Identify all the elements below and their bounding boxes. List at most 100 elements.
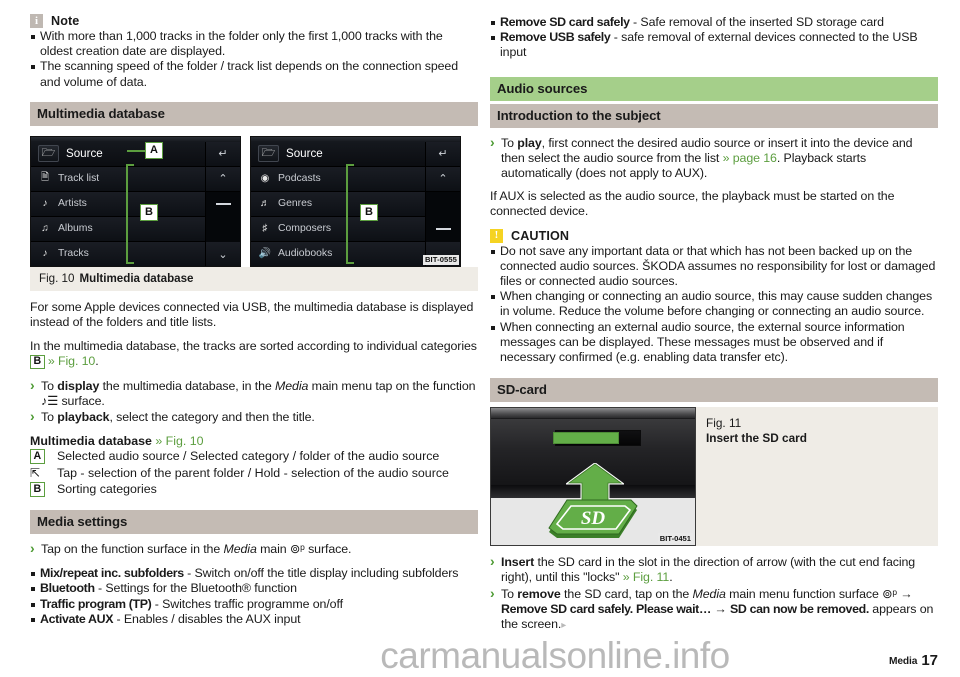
composer-icon: ♯ [262,223,268,235]
screen-header-label: Source [66,147,103,161]
note-icon: ♪ [42,248,48,260]
back-icon[interactable]: ↵ [206,141,240,167]
step-bold: remove [517,586,561,601]
chevron-down-icon[interactable]: ⌄ [206,241,240,266]
option-term: Remove USB safely [500,30,611,45]
list-item[interactable]: ♫ Albums [31,216,207,242]
callout-b-right: B [360,203,378,221]
legend-title-row: Multimedia database » Fig. 10 [30,434,478,448]
media-settings-options-list: Mix/repeat inc. subfolders - Switch on/o… [30,566,478,627]
list-item[interactable]: 🗎 Track list [31,166,207,192]
list-item: When changing or connecting an audio sou… [490,289,938,319]
callout-leader-b-top [126,163,134,166]
step-pre: To [501,135,518,150]
chevron-up-icon[interactable]: ⌃ [426,166,460,192]
screen-header-label: Source [286,147,323,161]
callout-leader-b2-bot [346,261,354,264]
mib-screen-right: 🗁 Source ◉ Podcasts ♬ Genres ♯ Composers… [250,135,461,267]
xref-fig-11[interactable]: » Fig. 11 [623,570,670,584]
legend-xref: » Fig. 10 [155,434,204,449]
list-item: Do not save any important data or that w… [490,244,938,290]
list-item: With more than 1,000 tracks in the folde… [30,29,478,59]
menu-path-wait: . Please wait… [629,601,712,616]
legend-row: A Selected audio source / Selected categ… [30,449,478,465]
section-heading-sd-card: SD-card [490,378,938,403]
section-heading-multimedia-database: Multimedia database [30,101,478,126]
folder-up-icon: 🗁 [38,145,59,163]
list-item: To display the multimedia database, in t… [30,378,478,409]
list-item[interactable]: ♬ Genres [251,191,427,217]
screen-side-buttons-left: ↵ ⌃ ⌄ [205,141,240,266]
list-item[interactable]: ♯ Composers [251,216,427,242]
sd-card-graphic: SD [545,498,641,544]
step-bold: Insert [501,555,535,570]
mib-screen-left: 🗁 Source 🗎 Track list ♪ Artists ♫ Albums… [30,135,241,267]
menu-path-item-1: Remove SD card safely [501,601,630,616]
step-bold: display [57,378,100,393]
scroll-track[interactable] [426,191,460,217]
play-steps-list: To play, first connect the desired audio… [490,135,938,182]
info-icon: i [30,14,43,28]
caution-label: CAUTION [511,228,570,243]
back-icon[interactable]: ↵ [426,141,460,167]
podcast-icon: ◉ [260,173,270,185]
legend-key-a: A [30,449,57,464]
continuation-marker: ▸ [561,620,567,632]
inline-ref-b: B [30,354,45,370]
option-desc: - Enables / disables the AUX input [113,611,301,626]
figure-11: SD BIT-0451 Fig. 11 Insert the SD card [490,407,938,547]
list-item-label: Tracks [58,248,89,260]
list-item[interactable]: ♪ Artists [31,191,207,217]
option-term: Activate AUX [40,611,114,626]
screen-header-source[interactable]: 🗁 Source [31,141,207,167]
legend-row: ⇱ Tap - selection of the parent folder /… [30,466,478,482]
folder-up-icon: ⇱ [30,465,41,480]
list-item: Remove SD card safely - Safe removal of … [490,15,938,30]
footer-chapter: Media [888,656,918,667]
figure-image-code: BIT-0451 [657,533,693,544]
screen-header-source[interactable]: 🗁 Source [251,141,427,167]
legend-list: A Selected audio source / Selected categ… [30,449,478,498]
section-heading-media-settings: Media settings [30,510,478,535]
screen-list-right: 🗁 Source ◉ Podcasts ♬ Genres ♯ Composers… [251,141,427,266]
list-item: To playback, select the category and the… [30,409,478,425]
callout-leader-b-bot [126,261,134,264]
menu-path-arrow: → [710,601,730,616]
option-desc: - Settings for the Bluetooth® function [94,581,297,596]
list-item-label: Track list [58,173,100,185]
display-steps-list: To display the multimedia database, in t… [30,378,478,426]
chevron-up-icon[interactable]: ⌃ [206,166,240,192]
artist-icon: ♪ [42,198,48,210]
page-footer: Media 17 [0,652,960,669]
legend-text: Tap - selection of the parent folder / H… [57,465,449,480]
step-italic: Media [223,542,257,557]
list-item: Insert the SD card in the slot in the di… [490,554,938,585]
list-item[interactable]: ♪ Tracks [31,241,207,266]
media-settings-step-list: Tap on the function surface in the Media… [30,541,478,557]
two-column-layout: i Note With more than 1,000 tracks in th… [0,0,960,631]
list-item[interactable]: 🔊 Audiobooks [251,241,427,266]
list-item: The scanning speed of the folder / track… [30,59,478,89]
paragraph-aux: If AUX is selected as the audio source, … [490,189,895,219]
dashboard-lip [491,408,695,420]
scroll-track[interactable] [206,216,240,242]
legend-text: Selected audio source / Selected categor… [57,449,440,464]
note-title-row: i Note [30,14,478,28]
step-pre: To [41,410,58,425]
legend-key-box: A [30,449,45,464]
legend-row: B Sorting categories [30,482,478,498]
figure-10-title: Multimedia database [79,271,194,285]
screen-list-left: 🗁 Source 🗎 Track list ♪ Artists ♫ Albums… [31,141,207,266]
xref-page-16[interactable]: » page 16 [723,151,777,165]
tracklist-icon: 🗎 [40,172,50,184]
list-item: When connecting an external audio source… [490,320,938,366]
legend-key-box: B [30,482,45,497]
album-icon: ♫ [41,223,49,235]
list-item: To play, first connect the desired audio… [490,135,938,182]
caution-title-row: ! CAUTION [490,228,938,243]
list-item: Traffic program (TP) - Switches traffic … [30,597,478,612]
list-item[interactable]: ◉ Podcasts [251,166,427,192]
legend-key-b: B [30,482,57,497]
step-mid: the multimedia database, in the [99,378,276,393]
dash-icon [206,191,240,217]
